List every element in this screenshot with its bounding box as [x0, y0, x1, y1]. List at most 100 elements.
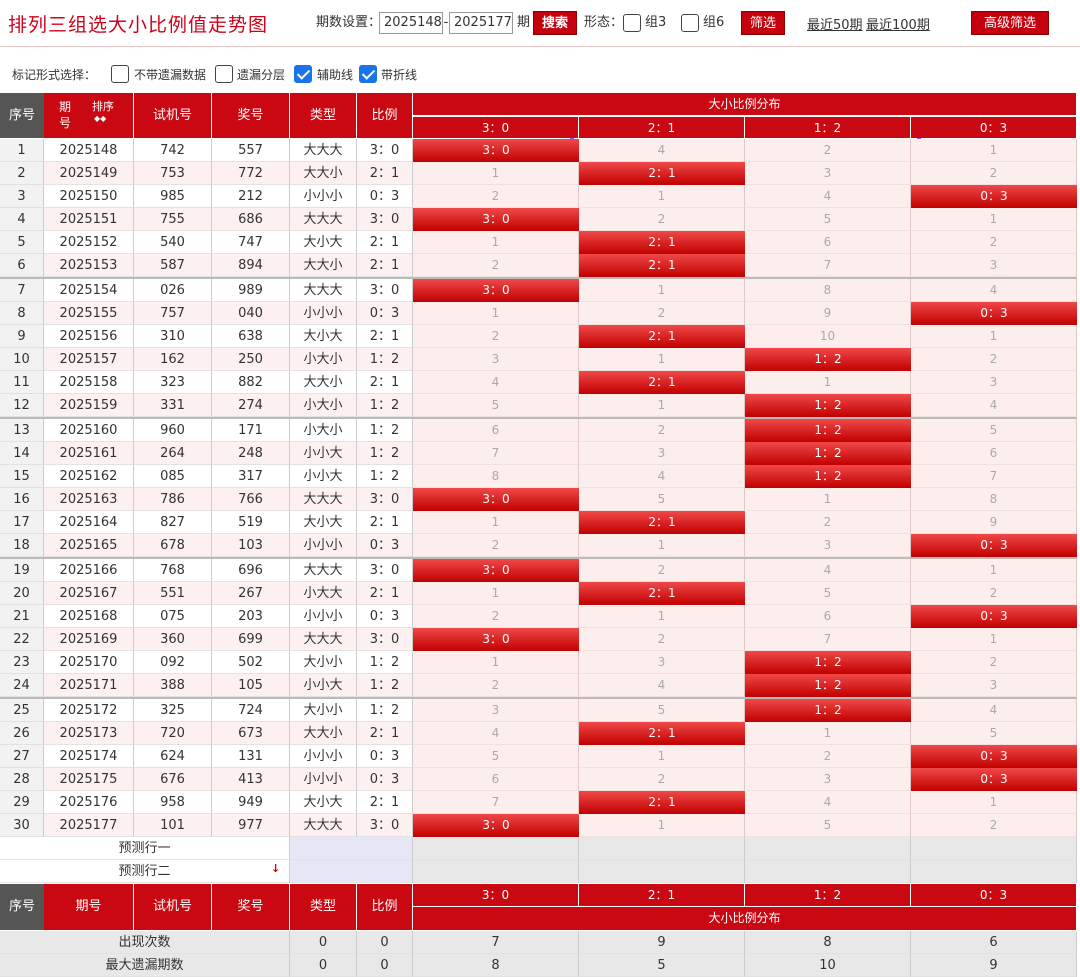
dist-cell: 2 — [579, 208, 745, 231]
filter-button[interactable]: 筛选 — [741, 11, 785, 35]
dist-cell: 2 — [413, 185, 579, 208]
dist-cell: 2 — [579, 768, 745, 791]
row-ratio: 0：3 — [357, 745, 413, 768]
recent-100-link[interactable]: 最近100期 — [866, 14, 930, 33]
header-dist-col: 3：0 — [413, 116, 579, 138]
dist-hit-cell: 0：3 — [911, 745, 1077, 768]
row-prize: 248 — [212, 442, 290, 465]
dist-cell: 2 — [911, 162, 1077, 185]
period-to-input[interactable]: 2025177 — [449, 12, 513, 34]
row-test: 325 — [134, 699, 212, 722]
row-seq: 22 — [0, 628, 44, 651]
row-ratio: 1：2 — [357, 699, 413, 722]
sort-arrows-icon[interactable]: ◆◆ — [94, 114, 106, 124]
dist-cell: 7 — [413, 442, 579, 465]
row-period: 2025155 — [44, 302, 134, 325]
dist-cell: 1 — [579, 814, 745, 837]
row-test: 162 — [134, 348, 212, 371]
dist-cell: 2 — [579, 628, 745, 651]
advanced-filter-button[interactable]: 高级筛选 — [971, 11, 1049, 35]
row-prize: 699 — [212, 628, 290, 651]
dist-cell: 1 — [911, 628, 1077, 651]
dist-cell: 1 — [579, 279, 745, 302]
polyline-checkbox[interactable] — [359, 65, 377, 83]
dist-hit-cell: 3：0 — [413, 488, 579, 511]
predict-dist-cell — [413, 837, 579, 860]
row-seq: 23 — [0, 651, 44, 674]
aux-line-checkbox[interactable] — [294, 65, 312, 83]
row-type: 大小大 — [290, 231, 357, 254]
dist-cell: 1 — [413, 511, 579, 534]
dist-cell: 4 — [579, 674, 745, 697]
stat-label: 最大遗漏期数 — [0, 954, 290, 977]
dist-cell: 2 — [413, 254, 579, 277]
row-seq: 15 — [0, 465, 44, 488]
row-seq: 27 — [0, 745, 44, 768]
row-prize: 747 — [212, 231, 290, 254]
row-seq: 13 — [0, 419, 44, 442]
predict-row-label: 预测行二 — [0, 860, 290, 883]
footer-ratio: 比例 — [357, 884, 413, 930]
row-prize: 557 — [212, 139, 290, 162]
dist-cell: 4 — [745, 559, 911, 582]
dist-hit-cell: 2：1 — [579, 162, 745, 185]
omission-layer-checkbox[interactable] — [215, 65, 233, 83]
dist-cell: 4 — [579, 139, 745, 162]
row-period: 2025150 — [44, 185, 134, 208]
predict-dist-cell — [579, 837, 745, 860]
dist-cell: 5 — [413, 745, 579, 768]
row-prize: 040 — [212, 302, 290, 325]
dist-cell: 7 — [745, 628, 911, 651]
dist-cell: 7 — [911, 465, 1077, 488]
row-ratio: 3：0 — [357, 628, 413, 651]
group-separator — [0, 417, 1077, 419]
row-type: 大大大 — [290, 814, 357, 837]
stat-ratio: 0 — [357, 954, 413, 977]
no-omission-checkbox[interactable] — [111, 65, 129, 83]
row-test: 092 — [134, 651, 212, 674]
row-test: 720 — [134, 722, 212, 745]
stat-value: 9 — [579, 931, 745, 954]
dist-hit-cell: 2：1 — [579, 511, 745, 534]
dist-cell: 5 — [911, 722, 1077, 745]
row-test: 101 — [134, 814, 212, 837]
predict-arrow-icon[interactable]: ↓ — [271, 862, 280, 875]
group3-checkbox[interactable] — [623, 14, 641, 32]
row-prize: 267 — [212, 582, 290, 605]
period-from-input[interactable]: 2025148 — [379, 12, 443, 34]
row-ratio: 2：1 — [357, 582, 413, 605]
dist-cell: 1 — [413, 302, 579, 325]
stat-value: 9 — [911, 954, 1077, 977]
predict-row-label: 预测行一 — [0, 837, 290, 860]
row-ratio: 1：2 — [357, 442, 413, 465]
dist-cell: 6 — [413, 419, 579, 442]
row-period: 2025175 — [44, 768, 134, 791]
recent-50-link[interactable]: 最近50期 — [807, 14, 863, 33]
search-button[interactable]: 搜索 — [533, 11, 577, 35]
row-seq: 25 — [0, 699, 44, 722]
dist-cell: 1 — [911, 208, 1077, 231]
dist-cell: 2 — [745, 139, 911, 162]
dist-cell: 3 — [911, 674, 1077, 697]
row-test: 624 — [134, 745, 212, 768]
stat-value: 8 — [413, 954, 579, 977]
row-test: 742 — [134, 139, 212, 162]
dist-cell: 1 — [579, 534, 745, 557]
row-type: 小大小 — [290, 419, 357, 442]
row-period: 2025171 — [44, 674, 134, 697]
row-prize: 673 — [212, 722, 290, 745]
row-seq: 11 — [0, 371, 44, 394]
top-toolbar: 排列三组选大小比例值走势图 期数设置： 2025148 - 2025177 期 … — [0, 0, 1080, 47]
row-type: 大大大 — [290, 279, 357, 302]
dist-hit-cell: 2：1 — [579, 325, 745, 348]
header-type: 类型 — [290, 93, 357, 138]
row-type: 大小大 — [290, 325, 357, 348]
dist-hit-cell: 3：0 — [413, 814, 579, 837]
group6-checkbox[interactable] — [681, 14, 699, 32]
dist-hit-cell: 1：2 — [745, 442, 911, 465]
stat-value: 5 — [579, 954, 745, 977]
sort-toggle[interactable]: 排序 — [92, 101, 114, 113]
dist-cell: 5 — [911, 419, 1077, 442]
row-prize: 413 — [212, 768, 290, 791]
header-seq: 序号 — [0, 93, 44, 138]
